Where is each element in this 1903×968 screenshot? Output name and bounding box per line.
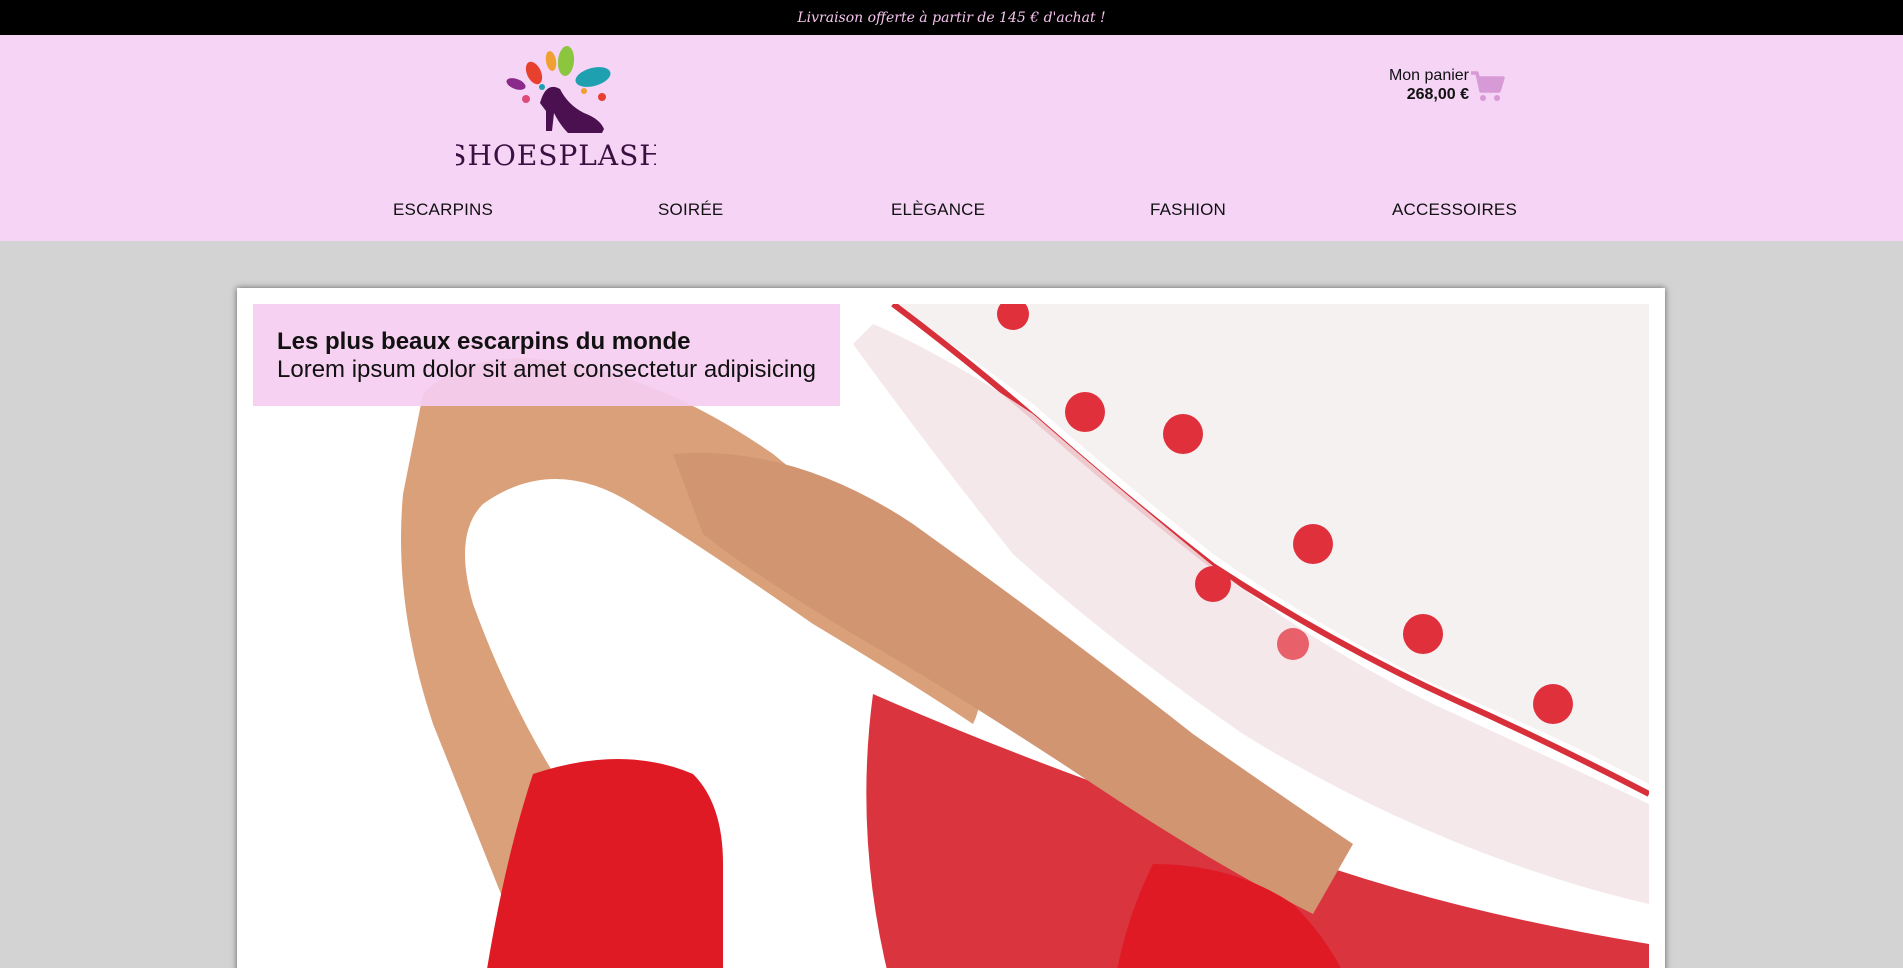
site-header: SHOESPLASH Mon panier 268,00 € ESCARPINS… (0, 35, 1903, 241)
hero-caption: Les plus beaux escarpins du monde Lorem … (253, 304, 840, 406)
brand-logo[interactable]: SHOESPLASH (456, 39, 656, 169)
nav-item-fashion[interactable]: FASHION (1150, 200, 1226, 220)
main-nav: ESCARPINS SOIRÉE ELÈGANCE FASHION ACCESS… (0, 200, 1903, 230)
nav-item-elegance[interactable]: ELÈGANCE (891, 200, 985, 220)
cart-icon[interactable] (1469, 69, 1505, 103)
nav-item-accessoires[interactable]: ACCESSOIRES (1392, 200, 1517, 220)
cart-widget[interactable]: Mon panier 268,00 € (1385, 65, 1505, 105)
nav-item-escarpins[interactable]: ESCARPINS (393, 200, 493, 220)
hero-banner[interactable]: Les plus beaux escarpins du monde Lorem … (237, 288, 1665, 968)
hero-subtitle: Lorem ipsum dolor sit amet consectetur a… (277, 356, 816, 383)
hero-title: Les plus beaux escarpins du monde (277, 328, 691, 355)
nav-item-soiree[interactable]: SOIRÉE (658, 200, 723, 220)
logo-wordmark: SHOESPLASH (456, 139, 656, 169)
promo-text: Livraison offerte à partir de 145 € d'ac… (797, 9, 1106, 26)
splash-heel-icon: SHOESPLASH (456, 46, 656, 169)
cart-total: 268,00 € (1406, 86, 1469, 103)
cart-label: Mon panier (1388, 67, 1469, 84)
promo-bar: Livraison offerte à partir de 145 € d'ac… (0, 0, 1903, 35)
